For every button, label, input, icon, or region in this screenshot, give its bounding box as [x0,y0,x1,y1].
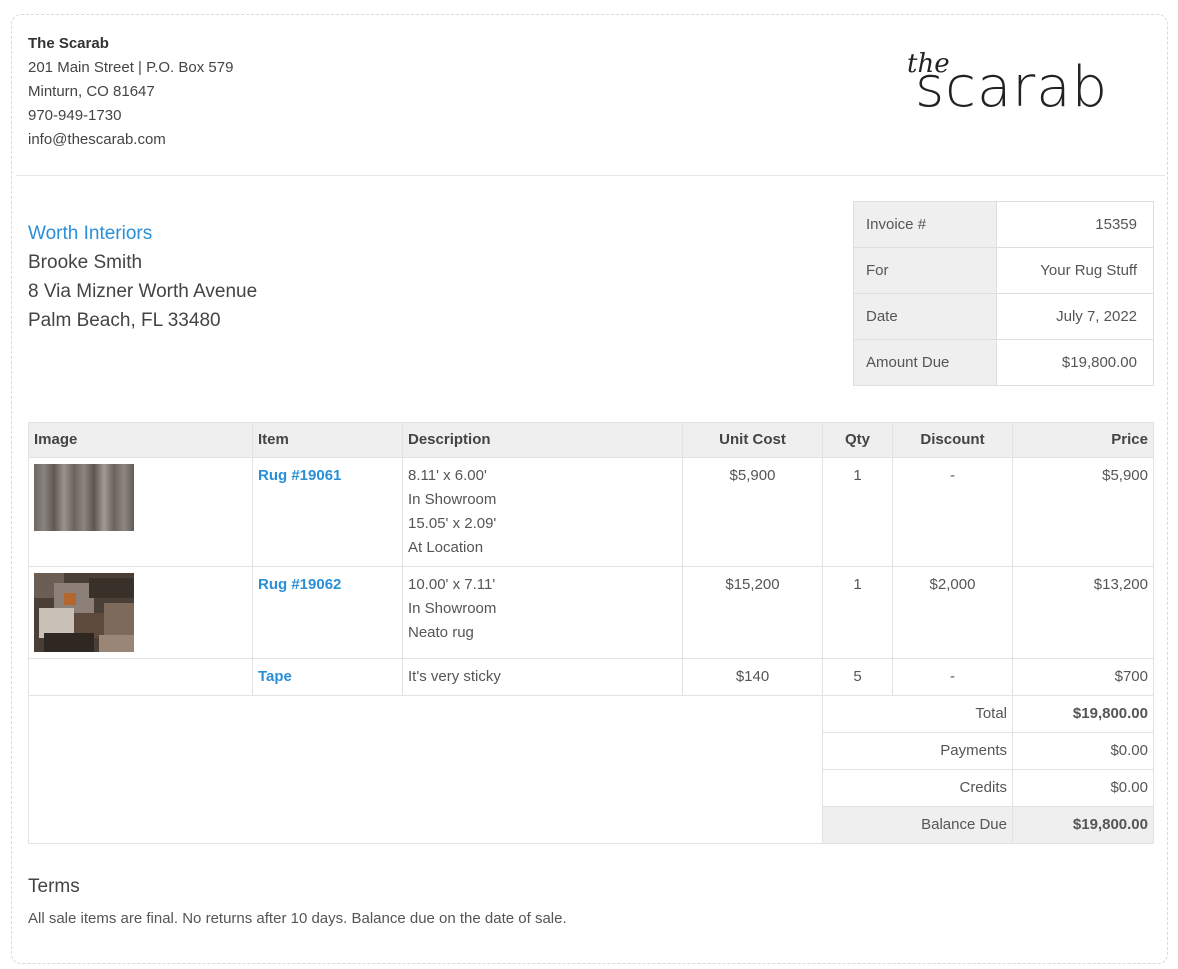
column-header-item: Item [252,422,403,458]
meta-value: July 7, 2022 [996,293,1154,340]
balance-due-value: $19,800.00 [1012,806,1154,844]
description-line: 8.11' x 6.00' [408,467,487,484]
total-label: Total [822,695,1013,733]
meta-value: Your Rug Stuff [996,247,1154,294]
rug-thumbnail[interactable] [34,573,134,652]
credits-value: $0.00 [1012,769,1154,807]
table-header-row: Image Item Description Unit Cost Qty Dis… [28,422,1154,458]
meta-label: Date [853,293,997,340]
image-cell [28,658,253,696]
unit-cost-cell: $140 [682,658,823,696]
qty-cell: 1 [822,457,893,567]
discount-cell: $2,000 [892,566,1013,659]
company-phone: 970-949-1730 [28,107,122,124]
column-header-unit-cost: Unit Cost [682,422,823,458]
unit-cost-cell: $5,900 [682,457,823,567]
client-organization: Worth Interiors [28,223,153,244]
rug-thumbnail[interactable] [34,464,134,531]
price-cell: $700 [1012,658,1154,696]
price-cell: $13,200 [1012,566,1154,659]
unit-cost-cell: $15,200 [682,566,823,659]
terms-text: All sale items are final. No returns aft… [28,910,567,927]
meta-label: For [853,247,997,294]
column-header-description: Description [402,422,683,458]
table-row: Rug #19061 8.11' x 6.00' In Showroom 15.… [28,457,1154,567]
client-city: Palm Beach, FL 33480 [28,310,221,331]
company-name: The Scarab [28,35,109,52]
credits-label: Credits [822,769,1013,807]
table-row: Rug #19062 10.00' x 7.11' In Showroom Ne… [28,566,1154,659]
header-divider [16,175,1165,176]
line-items-table: Image Item Description Unit Cost Qty Dis… [28,422,1154,844]
payments-value: $0.00 [1012,732,1154,770]
logo-large-text: scarab [915,55,1108,114]
description-line: At Location [408,539,484,556]
description-line: In Showroom [408,600,497,617]
description-cell: 10.00' x 7.11' In Showroom Neato rug [402,566,683,659]
description-line: It's very sticky [408,668,501,685]
table-row: Tape It's very sticky $140 5 - $700 [28,658,1154,696]
invoice-meta-table: Invoice # 15359 For Your Rug Stuff Date … [853,201,1154,386]
qty-cell: 5 [822,658,893,696]
description-line: Neato rug [408,624,474,641]
column-header-price: Price [1012,422,1154,458]
discount-cell: - [892,658,1013,696]
meta-label: Invoice # [853,201,997,248]
meta-label: Amount Due [853,339,997,386]
image-cell [28,566,253,659]
discount-cell: - [892,457,1013,567]
totals-row-total: Total $19,800.00 [28,695,1154,844]
item-link-rug-19061[interactable]: Rug #19061 [258,467,341,484]
description-line: 15.05' x 2.09' [408,515,497,532]
terms-title: Terms [28,876,80,897]
company-info: The Scarab 201 Main Street | P.O. Box 57… [28,32,233,152]
item-cell: Rug #19061 [252,457,403,567]
balance-due-label: Balance Due [822,806,1013,844]
meta-row-date: Date July 7, 2022 [853,293,1154,340]
payments-label: Payments [822,732,1013,770]
meta-value: 15359 [996,201,1154,248]
description-cell: It's very sticky [402,658,683,696]
company-email: info@thescarab.com [28,131,166,148]
totals-spacer [28,695,823,844]
column-header-image: Image [28,422,253,458]
item-cell: Tape [252,658,403,696]
client-street: 8 Via Mizner Worth Avenue [28,281,258,302]
description-line: In Showroom [408,491,497,508]
meta-row-for: For Your Rug Stuff [853,247,1154,294]
client-contact: Brooke Smith [28,252,143,273]
company-logo: the scarab [907,49,1108,114]
company-address-line2: Minturn, CO 81647 [28,83,155,100]
meta-value: $19,800.00 [996,339,1154,386]
bill-to: Worth Interiors Brooke Smith 8 Via Mizne… [28,219,257,335]
qty-cell: 1 [822,566,893,659]
description-line: 10.00' x 7.11' [408,576,496,593]
description-cell: 8.11' x 6.00' In Showroom 15.05' x 2.09'… [402,457,683,567]
company-address-line1: 201 Main Street | P.O. Box 579 [28,59,234,76]
meta-row-amount-due: Amount Due $19,800.00 [853,339,1154,386]
item-link-tape[interactable]: Tape [258,668,292,685]
image-cell [28,457,253,567]
total-value: $19,800.00 [1012,695,1154,733]
column-header-discount: Discount [892,422,1013,458]
column-header-qty: Qty [822,422,893,458]
item-link-rug-19062[interactable]: Rug #19062 [258,576,341,593]
item-cell: Rug #19062 [252,566,403,659]
meta-row-invoice-number: Invoice # 15359 [853,201,1154,248]
price-cell: $5,900 [1012,457,1154,567]
